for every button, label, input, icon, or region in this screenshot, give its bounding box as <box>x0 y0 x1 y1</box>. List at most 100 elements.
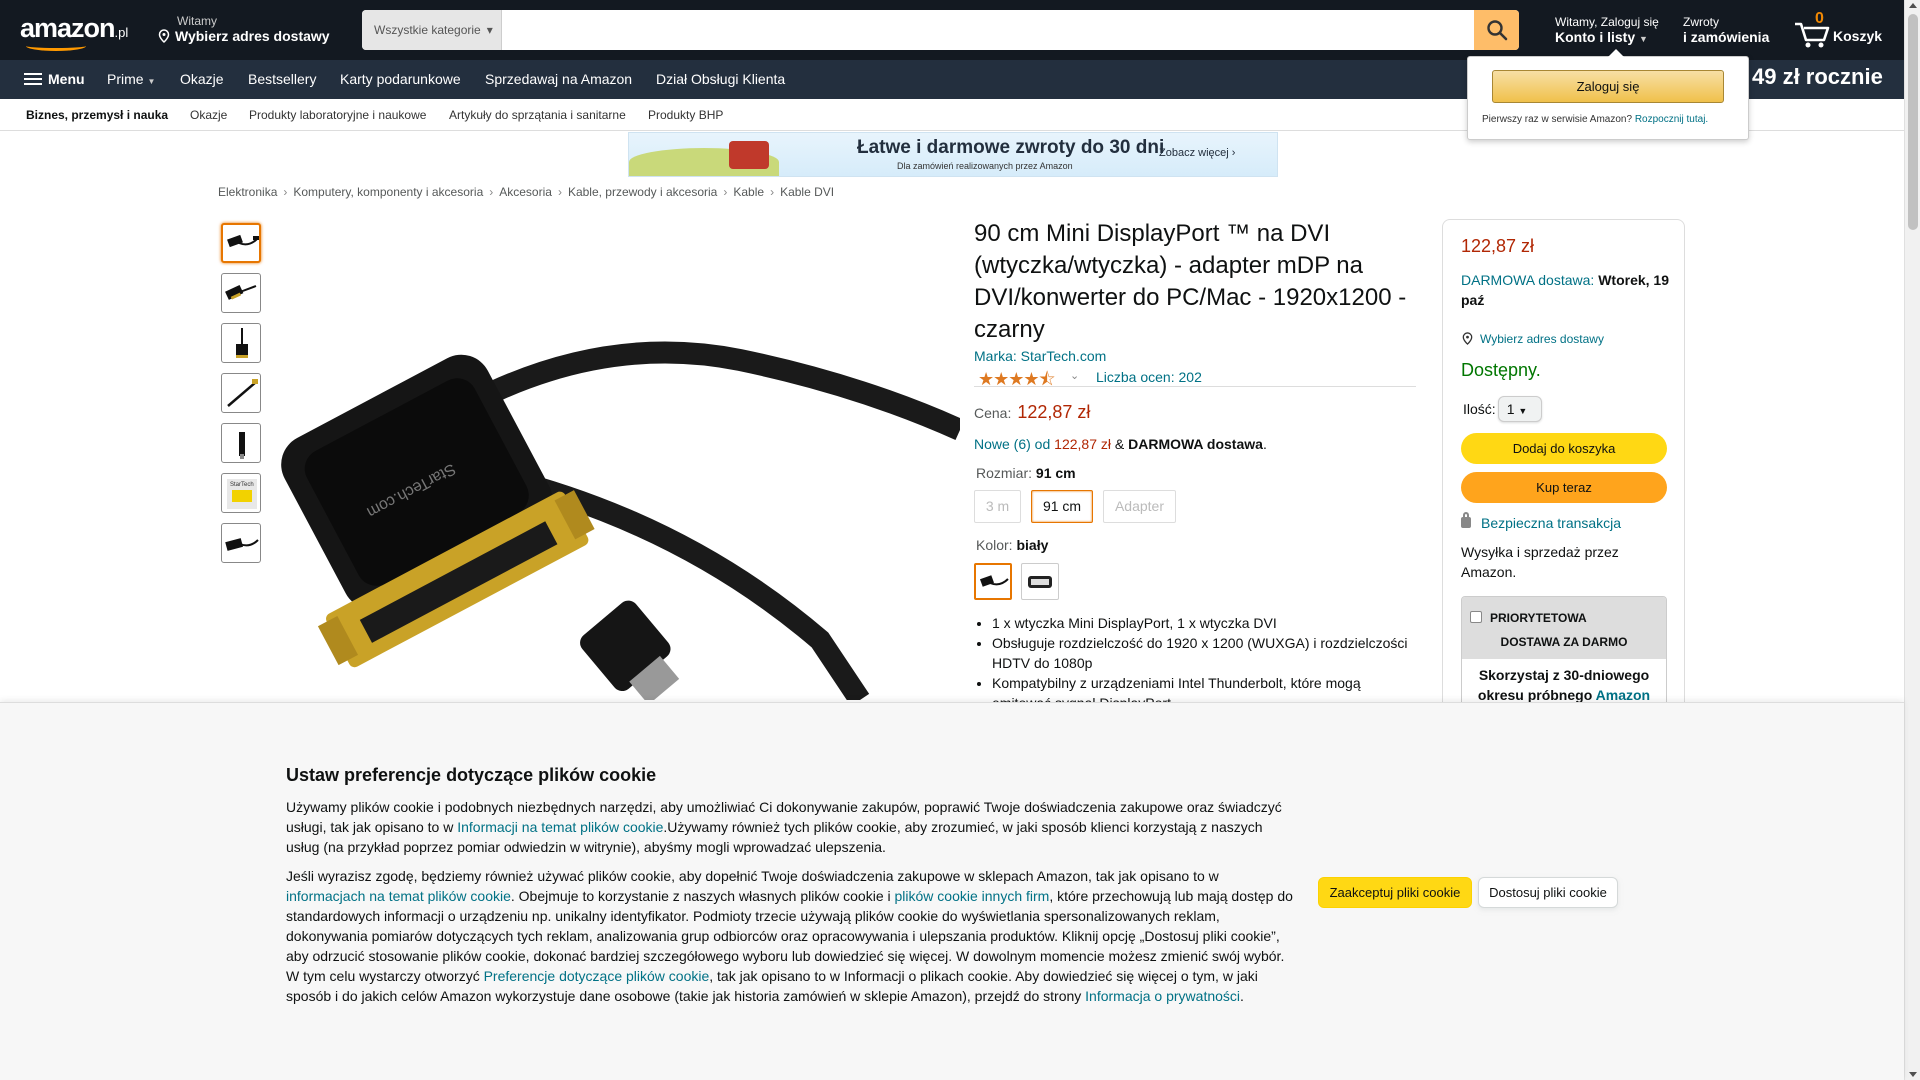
buybox-price: 122,87 zł <box>1461 236 1535 256</box>
product-thumbnail[interactable] <box>221 373 261 413</box>
nav-bestsellers[interactable]: Bestsellery <box>248 71 316 87</box>
quantity-select[interactable]: 1 ▼ <box>1497 396 1542 422</box>
size-option-91cm[interactable]: 91 cm <box>1031 490 1093 523</box>
search-category-select[interactable]: Wszystkie kategorie <box>362 10 502 50</box>
subnav-business[interactable]: Biznes, przemysł i nauka <box>26 108 168 122</box>
add-to-cart-button[interactable]: Dodaj do koszyka <box>1461 433 1667 464</box>
search-input[interactable] <box>502 10 1474 50</box>
start-here-link[interactable]: Rozpocznij tutaj. <box>1635 114 1708 125</box>
quantity-row: Ilość: 1 ▼ <box>1463 396 1542 422</box>
hamburger-icon <box>24 73 42 85</box>
star-rating-icon[interactable]: ★★★★⯪ <box>978 367 1056 397</box>
subnav-deals[interactable]: Okazje <box>190 108 227 122</box>
breadcrumb-item[interactable]: Akcesoria <box>499 185 552 199</box>
quantity-value: 1 <box>1506 401 1515 417</box>
product-main-image[interactable]: StarTech.com <box>260 220 960 700</box>
banner-cta[interactable]: Zobacz więcej › <box>1159 147 1235 159</box>
product-thumbnail[interactable] <box>221 423 261 463</box>
chevron-right-icon: › <box>723 185 728 199</box>
caret-down-icon: ▼ <box>1639 34 1648 44</box>
product-thumbnail[interactable] <box>221 323 261 363</box>
size-value: 91 cm <box>1035 465 1076 481</box>
nav-gift-cards[interactable]: Karty podarunkowe <box>340 71 461 87</box>
nav-sell[interactable]: Sprzedawaj na Amazon <box>485 71 632 87</box>
color-label: Kolor: biały <box>976 537 1048 553</box>
scrollbar-thumb[interactable] <box>1908 14 1918 230</box>
privacy-notice-link[interactable]: Informacja o prywatności <box>1085 988 1240 1004</box>
deliver-address: Wybierz adres dostawy <box>175 28 330 44</box>
cookie-text: . Obejmuje to korzystanie z naszych włas… <box>510 888 895 904</box>
buy-now-button[interactable]: Kup teraz <box>1461 472 1667 503</box>
page-scrollbar[interactable] <box>1904 0 1920 1080</box>
returns-label: Zwroty <box>1683 15 1719 29</box>
size-option-adapter[interactable]: Adapter <box>1103 490 1176 523</box>
ratings-row: ★★★★⯪ ⌄ Liczba ocen: 202 <box>974 367 1416 389</box>
cart[interactable]: 0 Koszyk <box>1793 10 1893 54</box>
size-option-3m[interactable]: 3 m <box>974 490 1021 523</box>
subnav-lab-products[interactable]: Produkty laboratoryjne i naukowe <box>249 108 426 122</box>
returns-orders[interactable]: Zwroty i zamówienia <box>1683 15 1769 45</box>
new-offers-link[interactable]: Nowe (6) od <box>974 436 1050 452</box>
caret-down-icon: ▼ <box>147 77 156 86</box>
prime-link[interactable]: Amazon <box>1596 687 1650 703</box>
returns-banner[interactable]: Łatwe i darmowe zwroty do 30 dni Dla zam… <box>628 132 1278 177</box>
breadcrumb-item[interactable]: Kable <box>733 185 764 199</box>
cookie-info-link[interactable]: Informacji na temat plików cookie <box>457 819 663 835</box>
nav-prime-label: Prime <box>107 71 144 87</box>
third-party-cookies-link[interactable]: plików cookie innych firm <box>895 888 1050 904</box>
amazon-logo[interactable]: amazon.pl <box>20 13 138 51</box>
free-delivery-link[interactable]: DARMOWA dostawa: <box>1461 272 1594 288</box>
logo-text: amazon <box>20 13 116 43</box>
account-lists[interactable]: Witamy, Zaloguj się Konto i listy ▼ <box>1555 15 1659 45</box>
menu-button[interactable]: Menu <box>24 71 85 87</box>
product-thumbnail[interactable]: StarTech <box>221 473 261 513</box>
breadcrumb-item[interactable]: Elektronika <box>218 185 277 199</box>
cookie-paragraph-1: Używamy plików cookie i podobnych niezbę… <box>286 797 1286 857</box>
cart-count: 0 <box>1815 10 1824 27</box>
shipped-by: Wysyłka i sprzedaż przez Amazon. <box>1461 544 1619 580</box>
subnav-safety[interactable]: Produkty BHP <box>648 108 723 122</box>
feature-bullet: 1 x wtyczka Mini DisplayPort, 1 x wtyczk… <box>992 613 1414 633</box>
scroll-down-icon[interactable] <box>1909 1072 1917 1077</box>
price-row: Cena: 122,87 zł <box>974 402 1090 423</box>
chevron-right-icon: › <box>283 185 288 199</box>
accept-cookies-button[interactable]: Zaakceptuj pliki cookie <box>1318 877 1472 908</box>
nav-prime[interactable]: Prime ▼ <box>107 71 155 87</box>
subnav-cleaning[interactable]: Artykuły do sprzątania i sanitarne <box>449 108 626 122</box>
choose-address-link[interactable]: Wybierz adres dostawy <box>1480 332 1604 346</box>
new-customer-label: Pierwszy raz w serwisie Amazon? <box>1482 114 1633 125</box>
secure-transaction[interactable]: Bezpieczna transakcja <box>1461 512 1621 531</box>
cookie-preferences-link[interactable]: Preferencje dotyczące plików cookie <box>484 968 710 984</box>
brand-link[interactable]: Marka: StarTech.com <box>974 348 1106 364</box>
prime-promo[interactable]: 49 zł rocznie <box>1752 64 1883 90</box>
nav-deals[interactable]: Okazje <box>180 71 224 87</box>
nav-customer-service[interactable]: Dział Obsługi Klienta <box>656 71 785 87</box>
prime-checkbox[interactable] <box>1470 611 1482 623</box>
signin-button[interactable]: Zaloguj się <box>1492 70 1724 103</box>
product-thumbnail[interactable] <box>221 273 261 313</box>
cookie-paragraph-2: Jeśli wyrazisz zgodę, będziemy również u… <box>286 866 1296 1006</box>
buy-box: 122,87 zł DARMOWA dostawa: Wtorek, 19 pa… <box>1442 219 1685 739</box>
deliver-to[interactable]: Witamy Wybierz adres dostawy <box>157 14 330 44</box>
cookie-info-link[interactable]: informacjach na temat plików cookie <box>286 888 511 904</box>
banner-title: Łatwe i darmowe zwroty do 30 dni <box>857 137 1165 158</box>
customize-cookies-button[interactable]: Dostosuj pliki cookie <box>1478 877 1618 908</box>
location-pin-icon <box>158 29 170 43</box>
cart-icon <box>1795 22 1830 48</box>
choose-address[interactable]: Wybierz adres dostawy <box>1461 332 1604 346</box>
rating-count-link[interactable]: Liczba ocen: 202 <box>1096 369 1202 385</box>
breadcrumb-item[interactable]: Komputery, komponenty i akcesoria <box>293 185 483 199</box>
breadcrumb-item[interactable]: Kable DVI <box>780 185 834 199</box>
color-swatch[interactable] <box>1021 563 1059 600</box>
search-button[interactable] <box>1474 10 1519 50</box>
chevron-down-icon[interactable]: ⌄ <box>1070 369 1079 382</box>
breadcrumb-item[interactable]: Kable, przewody i akcesoria <box>568 185 717 199</box>
secure-transaction-link[interactable]: Bezpieczna transakcja <box>1481 515 1621 531</box>
signin-flyout: Zaloguj się Pierwszy raz w serwisie Amaz… <box>1467 49 1749 140</box>
feature-bullet: Obsługuje rozdzielczość do 1920 x 1200 (… <box>992 633 1414 673</box>
offers-row: Nowe (6) od 122,87 zł & DARMOWA dostawa. <box>974 436 1267 452</box>
product-thumbnail[interactable] <box>221 223 261 263</box>
product-thumbnail[interactable] <box>221 523 261 563</box>
scroll-up-icon[interactable] <box>1909 3 1917 8</box>
color-swatch[interactable] <box>974 563 1012 600</box>
